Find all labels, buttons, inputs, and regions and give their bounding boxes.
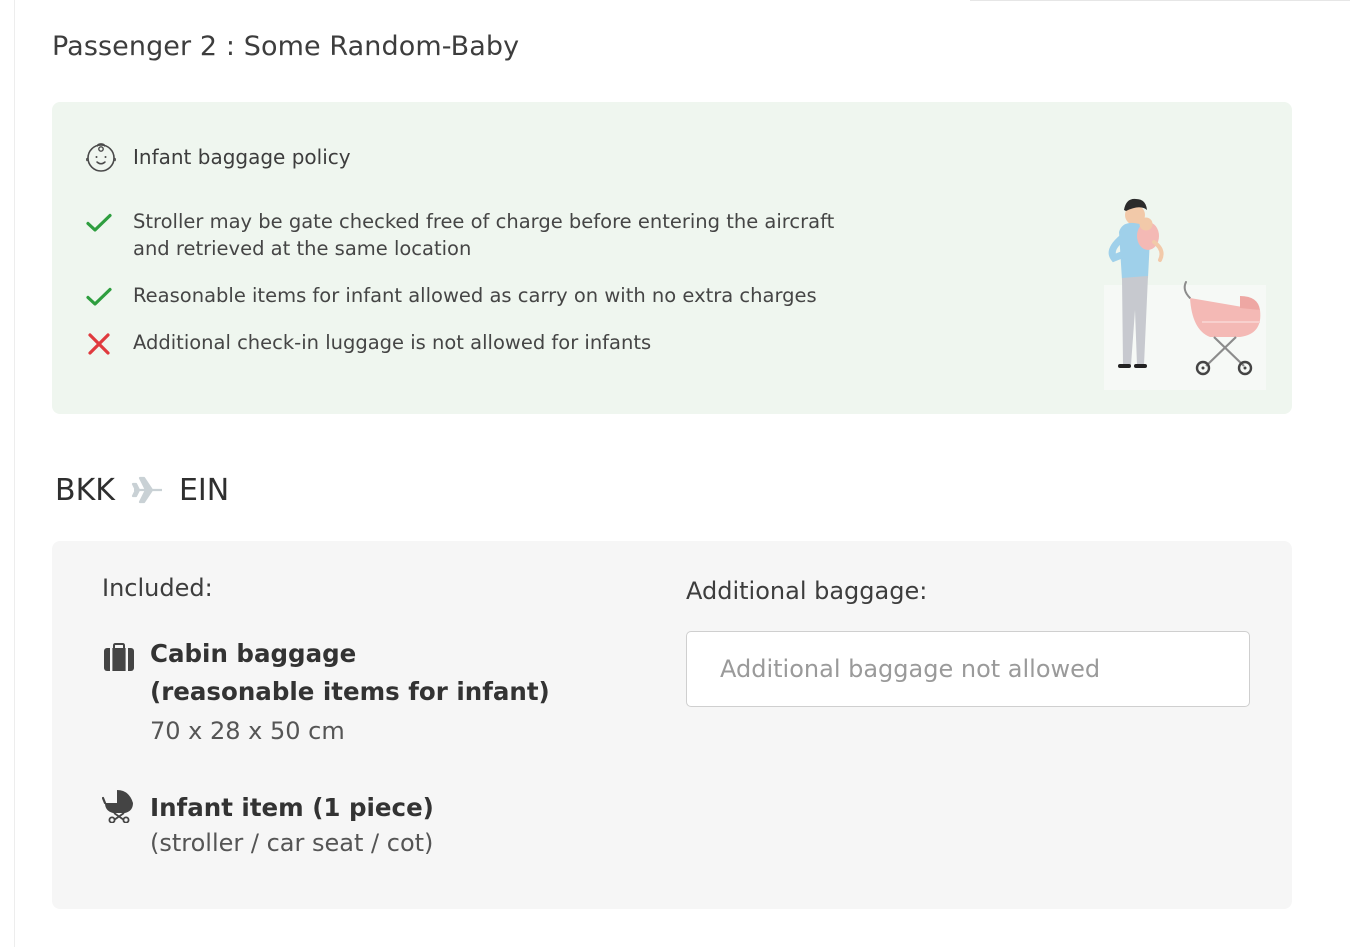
route-destination: EIN: [178, 472, 230, 508]
route-header: BKK EIN: [55, 470, 229, 510]
cabin-baggage-note: (reasonable items for infant): [150, 677, 550, 706]
infant-policy-panel: Infant baggage policy Stroller may be ga…: [52, 102, 1292, 414]
policy-title: Infant baggage policy: [133, 145, 351, 169]
policy-header: Infant baggage policy: [84, 140, 351, 174]
baggage-panel: Included: Cabin baggage (reasonable item…: [52, 541, 1292, 909]
route-origin: BKK: [55, 472, 115, 508]
infant-item-subtitle: (stroller / car seat / cot): [150, 829, 434, 857]
additional-baggage-field[interactable]: [686, 631, 1250, 707]
top-divider: [970, 0, 1350, 1]
infant-item-name: Infant item (1 piece): [150, 793, 434, 822]
parent-with-baby-and-stroller-illustration: [1104, 198, 1266, 390]
check-icon: [86, 287, 112, 306]
policy-rule-check-in: Additional check-in luggage is not allow…: [84, 329, 651, 359]
suitcase-icon: [104, 643, 134, 671]
baggage-page: Passenger 2 : Some Random-Baby Infant ba…: [0, 0, 1350, 947]
plane-icon: [131, 476, 162, 504]
cabin-baggage-dimensions: 70 x 28 x 50 cm: [150, 717, 345, 745]
additional-baggage-label: Additional baggage:: [686, 577, 928, 605]
included-label: Included:: [102, 574, 213, 602]
left-divider: [14, 0, 15, 947]
baby-face-icon: [86, 143, 116, 172]
policy-rule-stroller: Stroller may be gate checked free of cha…: [84, 208, 834, 262]
policy-rule-text: Stroller may be gate checked free of cha…: [133, 210, 835, 260]
policy-rule-text: Reasonable items for infant allowed as c…: [133, 284, 817, 307]
check-icon: [86, 213, 112, 232]
cross-icon: [88, 333, 110, 355]
cabin-baggage-name: Cabin baggage: [150, 639, 357, 668]
cabin-baggage-details: Cabin baggage (reasonable items for infa…: [150, 635, 550, 751]
stroller-icon: [102, 790, 133, 823]
policy-rule-text: Additional check-in luggage is not allow…: [133, 331, 652, 354]
infant-item-details: Infant item (1 piece) (stroller / car se…: [150, 789, 434, 860]
passenger-title: Passenger 2 : Some Random-Baby: [52, 31, 520, 62]
policy-rule-carry-on: Reasonable items for infant allowed as c…: [84, 282, 817, 312]
